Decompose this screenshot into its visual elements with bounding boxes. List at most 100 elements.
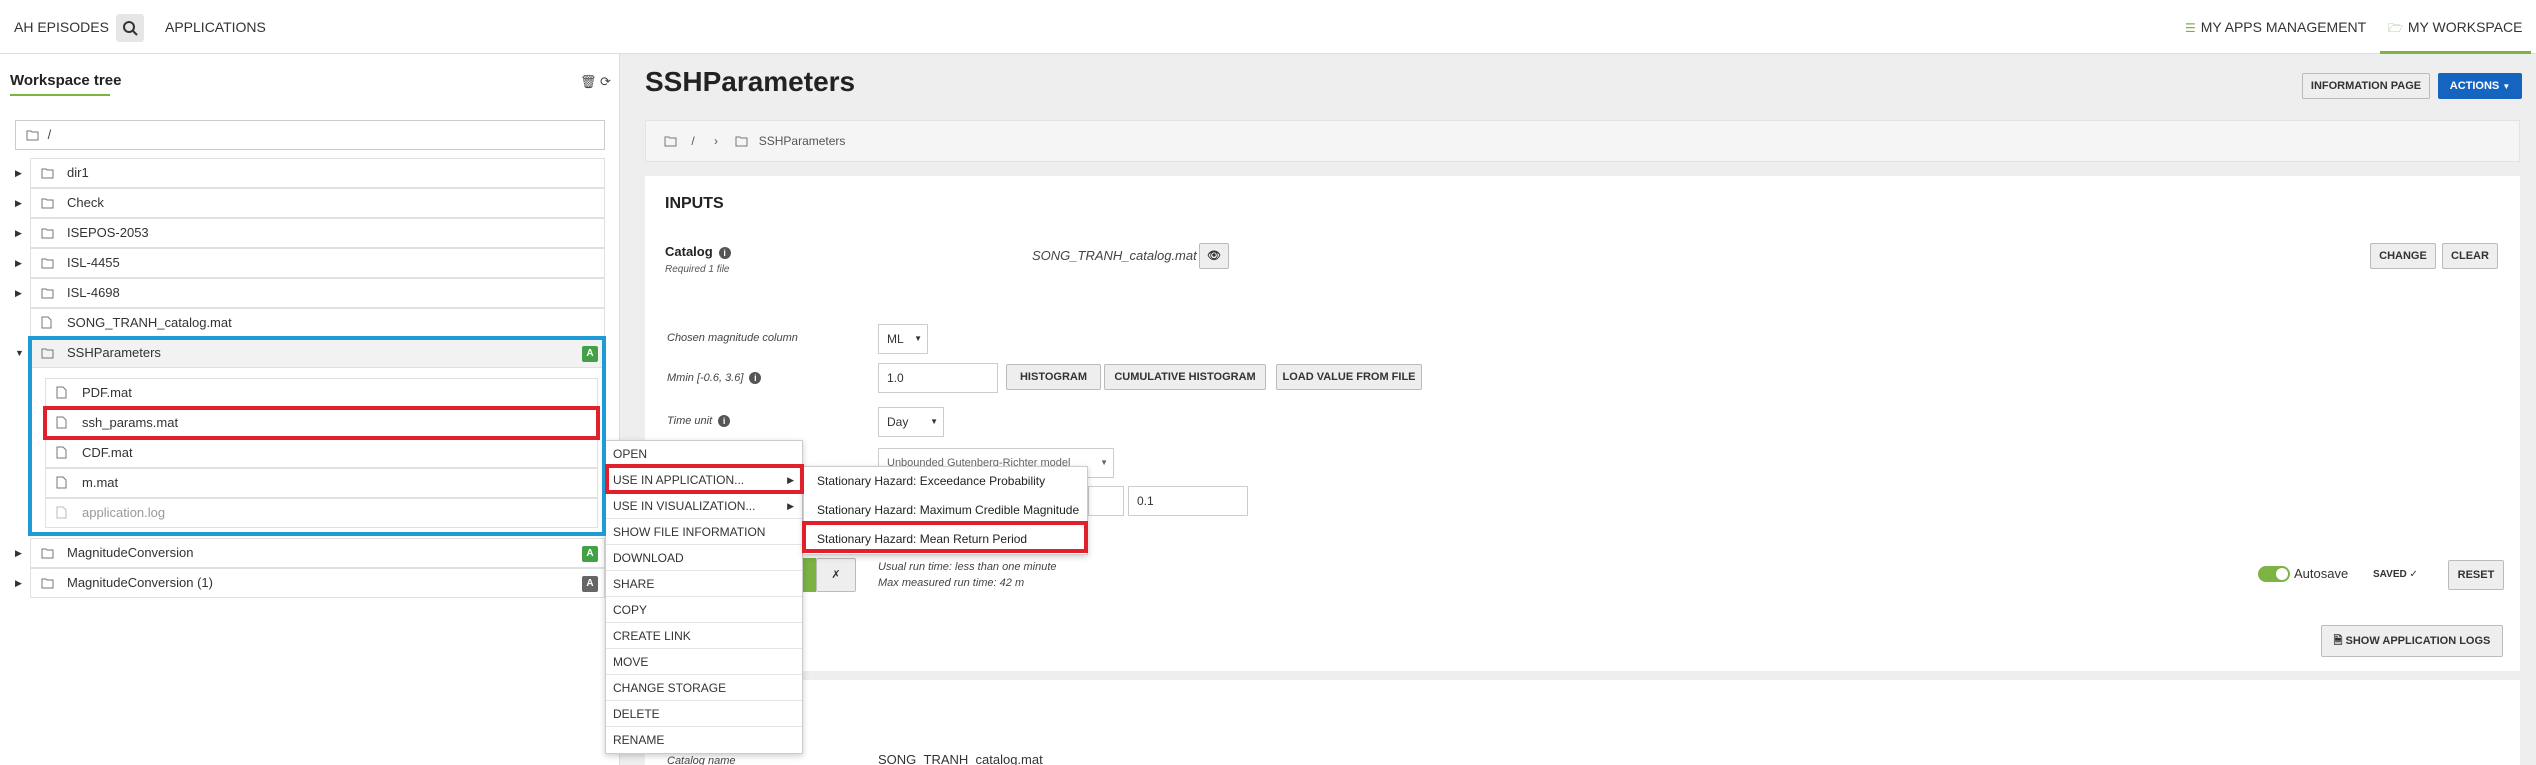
menu-item-change-storage[interactable]: CHANGE STORAGE — [606, 675, 802, 701]
autosave-toggle[interactable] — [2258, 566, 2290, 582]
breadcrumb-current[interactable]: SSHParameters — [759, 134, 846, 148]
menu-item-move[interactable]: MOVE — [606, 649, 802, 675]
information-page-button[interactable]: INFORMATION PAGE — [2302, 73, 2430, 99]
tree-item-check[interactable]: ▶ Check — [15, 188, 605, 218]
tree-item-label: m.mat — [82, 475, 119, 490]
tree-item-label: ssh_params.mat — [82, 415, 179, 430]
file-icon — [56, 379, 67, 407]
param-input-b[interactable]: 0.1 — [1128, 486, 1248, 516]
tree-item-label: CDF.mat — [82, 445, 133, 460]
menu-item-share[interactable]: SHARE — [606, 571, 802, 597]
menu-item-rename[interactable]: RENAME — [606, 727, 802, 753]
param-input-a[interactable] — [1088, 486, 1124, 516]
clear-button[interactable]: CLEAR — [2442, 243, 2498, 269]
my-workspace-link[interactable]: 🗁 MY WORKSPACE — [2380, 0, 2531, 54]
menu-item-download[interactable]: DOWNLOAD — [606, 545, 802, 571]
info-icon[interactable]: i — [718, 415, 731, 427]
expand-arrow-icon[interactable]: ▶ — [15, 219, 22, 247]
tree-item-isl-4698[interactable]: ▶ ISL-4698 — [15, 278, 605, 308]
actions-button[interactable]: ACTIONS ▼ — [2438, 73, 2522, 99]
info-icon[interactable]: i — [749, 372, 762, 384]
load-value-button[interactable]: LOAD VALUE FROM FILE — [1276, 364, 1422, 390]
expand-arrow-icon[interactable]: ▶ — [15, 159, 22, 187]
tree-item-application-log[interactable]: application.log — [45, 498, 598, 528]
histogram-button[interactable]: HISTOGRAM — [1006, 364, 1101, 390]
run-off-icon: ✗ — [831, 569, 841, 581]
preview-button[interactable]: 👁 — [1199, 243, 1229, 269]
search-button[interactable] — [116, 14, 144, 42]
catalog-name-value: SONG_TRANH_catalog.mat — [878, 752, 1043, 765]
tree-item-label: SONG_TRANH_catalog.mat — [67, 315, 232, 330]
change-button[interactable]: CHANGE — [2370, 243, 2436, 269]
time-unit-select[interactable]: Day ▼ — [878, 407, 944, 437]
my-apps-management-link[interactable]: ☰ MY APPS MANAGEMENT — [2185, 0, 2366, 54]
mmin-input[interactable]: 1.0 — [878, 363, 998, 393]
file-icon — [56, 469, 67, 497]
tree-item-magnitudeconversion[interactable]: ▶ MagnitudeConversion A — [15, 538, 605, 568]
path-input[interactable]: / — [15, 120, 605, 150]
time-unit-label-text: Time unit — [667, 415, 713, 427]
expand-arrow-icon[interactable]: ▶ — [15, 539, 22, 567]
breadcrumb-separator-icon: › — [714, 134, 719, 148]
reset-button[interactable]: RESET — [2448, 560, 2504, 590]
expand-arrow-icon[interactable]: ▶ — [15, 569, 22, 597]
brand-link[interactable]: AH EPISODES — [14, 0, 109, 54]
my-apps-management-label: MY APPS MANAGEMENT — [2200, 19, 2367, 35]
menu-item-copy[interactable]: COPY — [606, 597, 802, 623]
submenu-item-mean-return-period[interactable]: Stationary Hazard: Mean Return Period — [804, 525, 1087, 554]
file-icon — [56, 439, 67, 467]
menu-item-delete[interactable]: DELETE — [606, 701, 802, 727]
menu-item-open[interactable]: OPEN — [606, 441, 802, 467]
submenu-item-exceedance-probability[interactable]: Stationary Hazard: Exceedance Probabilit… — [804, 467, 1087, 496]
tree-item-isl-4455[interactable]: ▶ ISL-4455 — [15, 248, 605, 278]
mmin-label: Mmin [-0.6, 3.6] i — [667, 372, 762, 384]
catalog-label: Catalog i — [665, 244, 731, 259]
stop-button[interactable]: ✗ — [816, 558, 856, 592]
folder-icon — [41, 279, 55, 307]
catalog-label-text: Catalog — [665, 244, 713, 259]
saved-status: SAVED ✓ — [2373, 569, 2418, 580]
tree-item-pdf-mat[interactable]: PDF.mat — [45, 378, 598, 408]
check-icon: ✓ — [2409, 569, 2418, 580]
runtime-max: Max measured run time: 42 m — [878, 577, 1025, 589]
mag-column-label: Chosen magnitude column — [667, 332, 798, 344]
tree-item-song-tranh-catalog[interactable]: SONG_TRANH_catalog.mat — [30, 308, 605, 338]
folder-icon — [41, 249, 55, 277]
expand-arrow-icon[interactable]: ▶ — [15, 189, 22, 217]
catalog-name-label: Catalog name — [667, 755, 736, 765]
eye-icon: 👁 — [1207, 250, 1221, 262]
menu-item-show-file-information[interactable]: SHOW FILE INFORMATION — [606, 519, 802, 545]
breadcrumb-root[interactable]: / — [691, 134, 694, 148]
applications-link[interactable]: APPLICATIONS — [165, 0, 266, 54]
tree-item-dir1[interactable]: ▶ dir1 — [15, 158, 605, 188]
submenu-item-maximum-credible-magnitude[interactable]: Stationary Hazard: Maximum Credible Magn… — [804, 496, 1087, 525]
top-navbar: AH EPISODES APPLICATIONS ☰ MY APPS MANAGE… — [0, 0, 2536, 54]
breadcrumb: / › SSHParameters — [645, 120, 2520, 162]
refresh-icon[interactable]: ⟳ — [600, 74, 611, 90]
title-underline — [10, 94, 110, 96]
saved-label: SAVED — [2373, 569, 2407, 580]
delete-icon[interactable]: 🗑 — [580, 74, 597, 90]
tree-item-sshparameters[interactable]: ▼ SSHParameters A — [15, 338, 605, 368]
show-logs-button[interactable]: 🗎 SHOW APPLICATION LOGS — [2321, 625, 2503, 657]
tree-item-isepos-2053[interactable]: ▶ ISEPOS-2053 — [15, 218, 605, 248]
collapse-arrow-icon[interactable]: ▼ — [15, 339, 24, 367]
tree-item-cdf-mat[interactable]: CDF.mat — [45, 438, 598, 468]
mag-column-select[interactable]: ML ▼ — [878, 324, 928, 354]
autosave-label: Autosave — [2294, 566, 2349, 581]
menu-item-create-link[interactable]: CREATE LINK — [606, 623, 802, 649]
document-icon: 🗎 — [2333, 635, 2343, 647]
cumulative-histogram-button[interactable]: CUMULATIVE HISTOGRAM — [1104, 364, 1266, 390]
menu-item-use-in-application[interactable]: USE IN APPLICATION... ▶ — [606, 467, 802, 493]
folder-icon — [41, 539, 55, 567]
expand-arrow-icon[interactable]: ▶ — [15, 279, 22, 307]
folder-open-icon — [735, 136, 748, 147]
app-badge: A — [582, 576, 598, 592]
tree-item-ssh-params-mat[interactable]: ssh_params.mat — [45, 408, 598, 438]
runtime-usual: Usual run time: less than one minute — [878, 561, 1057, 573]
tree-item-magnitudeconversion-1[interactable]: ▶ MagnitudeConversion (1) A — [15, 568, 605, 598]
menu-item-use-in-visualization[interactable]: USE IN VISUALIZATION... ▶ — [606, 493, 802, 519]
tree-item-m-mat[interactable]: m.mat — [45, 468, 598, 498]
expand-arrow-icon[interactable]: ▶ — [15, 249, 22, 277]
info-icon[interactable]: i — [718, 247, 731, 259]
